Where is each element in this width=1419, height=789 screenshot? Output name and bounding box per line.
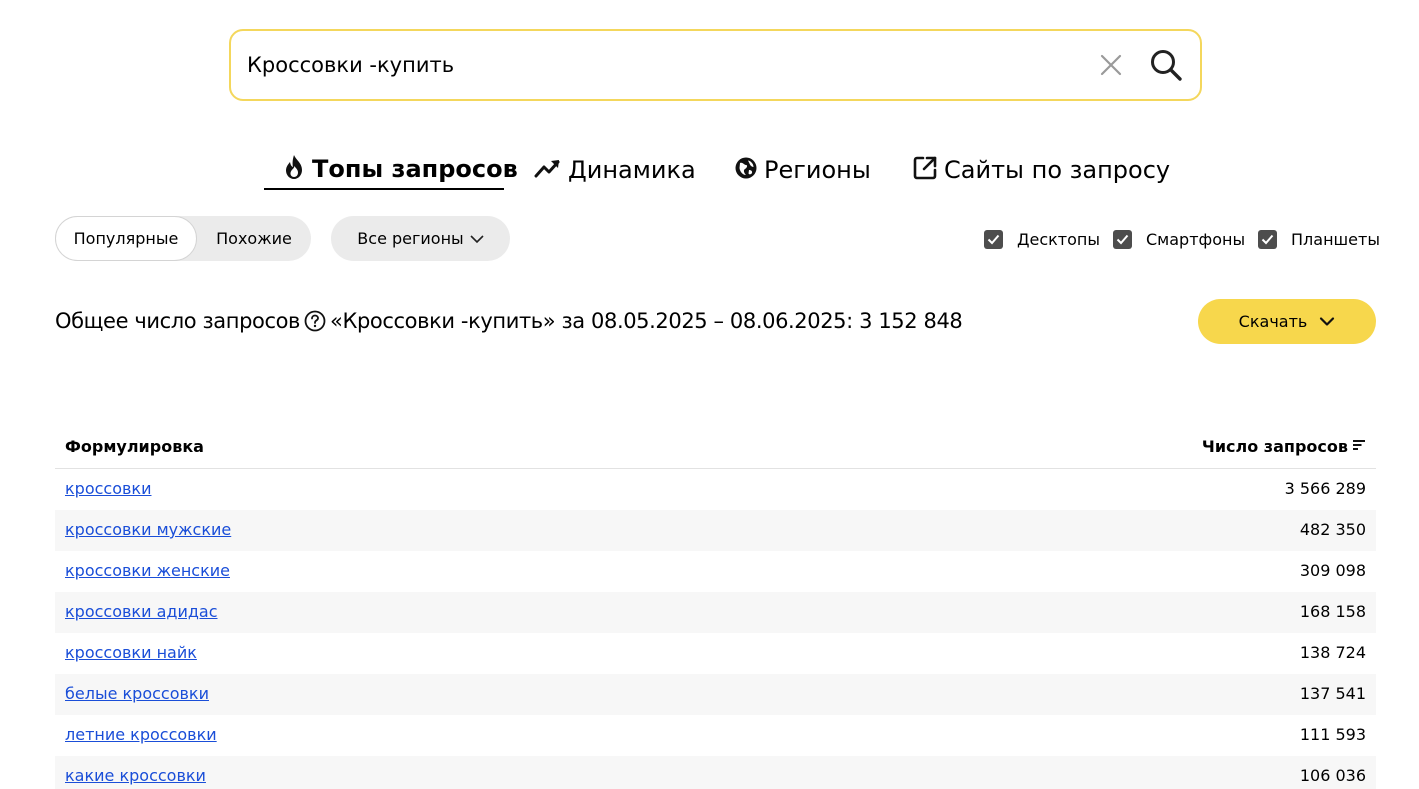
tab-regions[interactable]: Регионы: [734, 150, 871, 190]
regions-label: Все регионы: [357, 229, 464, 248]
query-link[interactable]: кроссовки женские: [65, 561, 230, 580]
column-header-count[interactable]: Число запросов: [1202, 437, 1366, 456]
chevron-down-icon: [464, 229, 484, 248]
tab-dynamics[interactable]: Динамика: [534, 150, 696, 190]
query-link[interactable]: кроссовки: [65, 479, 151, 498]
query-count: 106 036: [1299, 766, 1366, 785]
query-count: 3 566 289: [1284, 479, 1366, 498]
tab-label: Топы запросов: [312, 155, 518, 183]
similar-option[interactable]: Похожие: [197, 216, 311, 261]
total-count-line: Общее число запросов «Кроссовки -купить»…: [55, 306, 963, 336]
check-icon: [1113, 229, 1132, 249]
query-link[interactable]: какие кроссовки: [65, 766, 206, 785]
query-count: 111 593: [1299, 725, 1366, 744]
wordstat-page: Топы запросов Динамика Регионы Сайты по …: [0, 0, 1419, 789]
query-link[interactable]: кроссовки адидас: [65, 602, 218, 621]
desktops-checkbox[interactable]: Десктопы: [984, 228, 1100, 250]
search-icon[interactable]: [1149, 48, 1183, 82]
table-header: Формулировка Число запросов: [55, 427, 1376, 469]
query-count: 168 158: [1299, 602, 1366, 621]
download-label: Скачать: [1238, 312, 1308, 331]
table-row: кроссовки женские 309 098: [55, 551, 1376, 592]
table-row: белые кроссовки 137 541: [55, 674, 1376, 715]
search-input[interactable]: [247, 31, 1067, 99]
query-link[interactable]: кроссовки мужские: [65, 520, 231, 539]
trend-up-icon: [534, 157, 562, 183]
table-row: летние кроссовки 111 593: [55, 715, 1376, 756]
column-header-count-label: Число запросов: [1201, 437, 1348, 456]
table-row: кроссовки адидас 168 158: [55, 592, 1376, 633]
query-count: 137 541: [1299, 684, 1366, 703]
checkbox-label: Десктопы: [1017, 229, 1101, 249]
clear-icon[interactable]: [1099, 53, 1123, 77]
query-link[interactable]: кроссовки найк: [65, 643, 197, 662]
query-count: 482 350: [1299, 520, 1366, 539]
globe-icon: [734, 156, 758, 184]
table-body: кроссовки 3 566 289 кроссовки мужские 48…: [55, 469, 1376, 789]
query-count: 138 724: [1299, 643, 1366, 662]
checkbox-label: Планшеты: [1291, 229, 1380, 249]
regions-dropdown[interactable]: Все регионы: [331, 216, 510, 261]
column-header-phrase: Формулировка: [65, 437, 204, 456]
popular-option[interactable]: Популярные: [55, 216, 197, 261]
fire-icon: [282, 154, 306, 184]
check-icon: [1258, 229, 1277, 249]
table-row: какие кроссовки 106 036: [55, 756, 1376, 789]
external-link-icon: [912, 155, 938, 185]
query-count: 309 098: [1299, 561, 1366, 580]
chevron-down-icon: [1307, 312, 1335, 331]
search-box: [229, 29, 1202, 101]
mode-switch: Популярные Похожие: [55, 216, 311, 261]
queries-table: Формулировка Число запросов кроссовки 3 …: [55, 427, 1376, 789]
tab-label: Сайты по запросу: [944, 156, 1171, 184]
tab-label: Динамика: [568, 156, 696, 184]
checkbox-label: Смартфоны: [1146, 229, 1246, 249]
table-row: кроссовки 3 566 289: [55, 469, 1376, 510]
table-row: кроссовки найк 138 724: [55, 633, 1376, 674]
sort-icon: [1348, 437, 1366, 456]
tab-top-queries[interactable]: Топы запросов: [264, 150, 518, 190]
download-button[interactable]: Скачать: [1198, 299, 1376, 344]
table-row: кроссовки мужские 482 350: [55, 510, 1376, 551]
tab-label: Регионы: [764, 156, 871, 184]
help-icon[interactable]: [304, 310, 326, 332]
smartphones-checkbox[interactable]: Смартфоны: [1113, 228, 1245, 250]
total-text: «Кроссовки -купить» за 08.05.2025 – 08.0…: [330, 309, 963, 333]
tab-sites[interactable]: Сайты по запросу: [912, 150, 1170, 190]
tablets-checkbox[interactable]: Планшеты: [1258, 228, 1380, 250]
query-link[interactable]: летние кроссовки: [65, 725, 217, 744]
check-icon: [984, 229, 1003, 249]
query-link[interactable]: белые кроссовки: [65, 684, 209, 703]
total-prefix: Общее число запросов: [55, 309, 301, 333]
